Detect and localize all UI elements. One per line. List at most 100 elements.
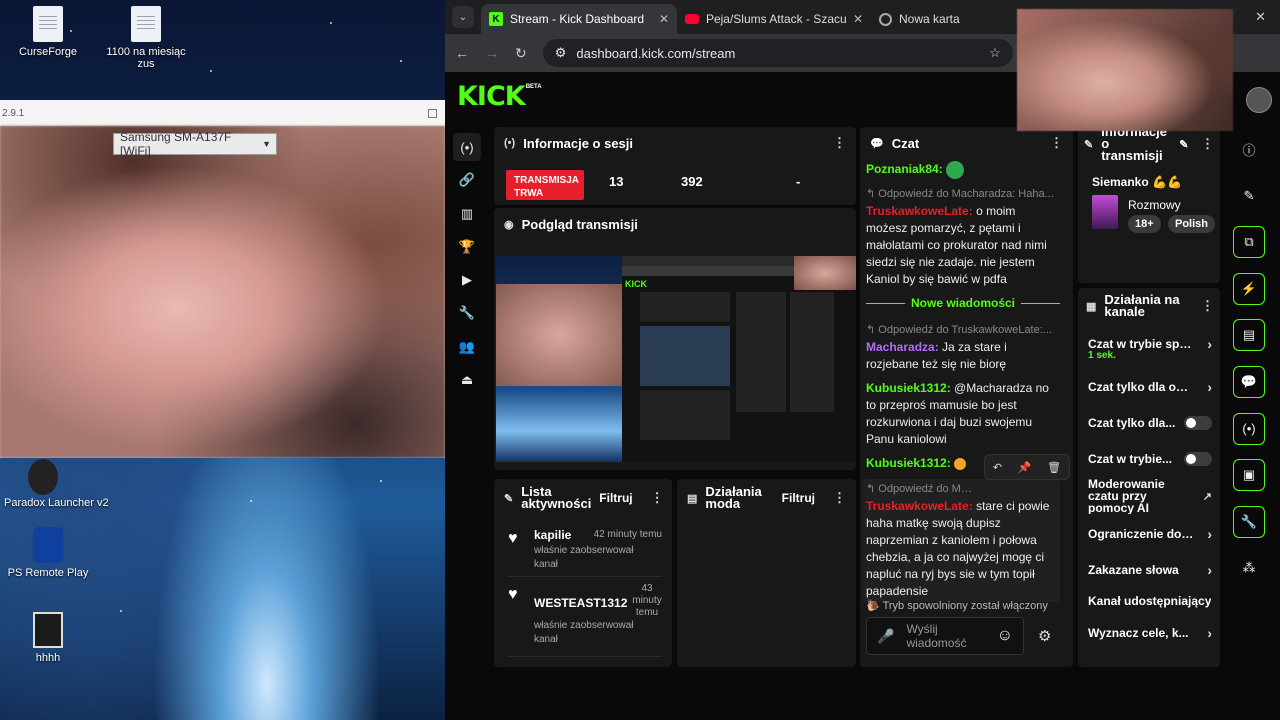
more-options-icon[interactable]: ⋮ [833, 135, 846, 151]
emote-mode-toggle[interactable] [1184, 452, 1212, 466]
shared-channel-row[interactable]: Kanał udostępniający [1088, 594, 1212, 608]
notes-icon[interactable]: ▤ [1233, 319, 1265, 352]
forward-icon[interactable]: → [485, 45, 499, 61]
reload-icon[interactable]: ↻ [515, 45, 527, 62]
desktop-icon-paradox[interactable]: Paradox Launcher v2 [4, 459, 124, 509]
ai-moderation-row[interactable]: Moderowanie czatu przy pomocy AI ↗ [1088, 478, 1212, 514]
chat-message[interactable]: Kubusiek1312: @Macharadza no to przeproś… [866, 380, 1060, 448]
link-icon[interactable]: 🔗 [453, 166, 481, 194]
emote-mode-row[interactable]: Czat w trybie... [1088, 452, 1212, 466]
session-info-title: Informacje o sesji [523, 135, 634, 151]
activity-item: ♥ WESTEAST1312 43 minuty temu właśnie za… [508, 583, 662, 645]
stream-preview-video[interactable]: KICK [496, 256, 856, 462]
chat-message-hovered[interactable]: ↰ Odpowiedź do Machar... TruskawkoweLate… [862, 479, 1060, 602]
screenshot-icon[interactable]: ⧉ [1233, 226, 1265, 259]
more-options-icon[interactable]: ⋮ [1050, 135, 1063, 151]
chat-message-input[interactable]: 🎤 Wyślij wiadomość ☺ [866, 617, 1024, 655]
subscribers-only-toggle[interactable] [1184, 416, 1212, 430]
stream-info-title: Informacje o transmisji [1101, 127, 1167, 163]
reply-icon[interactable]: ↶ [993, 461, 1002, 474]
desktop-icon-curseforge[interactable]: CurseForge [0, 6, 96, 58]
pin-icon[interactable]: 📌 [1018, 461, 1032, 474]
activity-title: Lista aktywności [521, 484, 592, 511]
stream-title: Siemanko 💪💪 [1092, 175, 1182, 189]
actions-icon: ▦ [1086, 300, 1097, 313]
subscribers-only-row[interactable]: Czat tylko dla... [1088, 416, 1212, 430]
emoji-picker-icon[interactable]: ☺ [997, 627, 1013, 645]
more-options-icon[interactable]: ⋮ [651, 490, 664, 506]
microphone-icon[interactable]: 🎤 [877, 628, 894, 645]
video-camera-icon[interactable]: ▣ [1233, 459, 1265, 492]
desktop-icon-hhhh[interactable]: hhhh [0, 612, 96, 664]
chat-message[interactable]: Poznaniak84: [866, 161, 1060, 179]
tab-search-button[interactable]: ⌄ [452, 6, 474, 28]
edit-pencil-icon[interactable]: ✎ [1233, 180, 1265, 212]
desktop-icon-document[interactable]: 1100 na miesiąc zus [98, 6, 194, 70]
creator-upload-icon[interactable]: ⏏ [453, 366, 481, 394]
preview-icon: ◉ [504, 218, 514, 231]
tab-youtube[interactable]: Peja/Slums Attack - Szacunek l... ✕ [677, 4, 871, 34]
close-window-icon[interactable]: ✕ [1255, 9, 1266, 25]
device-select-value: Samsung SM-A137F [WiFi] [120, 130, 232, 158]
goals-row[interactable]: Wyznacz cele, k... › [1088, 625, 1212, 641]
chevron-right-icon: › [1207, 526, 1212, 542]
chat-message[interactable]: ↰ Odpowiedź do TruskawkoweLate:... Macha… [866, 322, 1060, 373]
chrome-favicon [879, 12, 892, 26]
device-select[interactable]: Samsung SM-A137F [WiFi] ▼ [113, 130, 277, 158]
followers-only-row[interactable]: Czat tylko dla obse › [1088, 379, 1212, 395]
reply-reference[interactable]: ↰ Odpowiedź do Machar... [866, 481, 976, 498]
chat-bubble-icon[interactable]: 💬 [1233, 365, 1265, 398]
bookmark-star-icon[interactable]: ☆ [989, 45, 1001, 61]
video-library-icon[interactable]: ▶ [453, 266, 481, 294]
tag-pill: Polish [1168, 215, 1216, 233]
stream-category: Rozmowy [1128, 198, 1181, 212]
live-status-badge: TRANSMISJA TRWA [506, 170, 584, 200]
slow-mode-notice: 🐌 Tryb spowolniony został włączony [866, 600, 1048, 612]
user-avatar[interactable] [1246, 87, 1272, 113]
close-tab-icon[interactable]: ✕ [659, 12, 669, 26]
banned-words-row[interactable]: Zakazane słowa › [1088, 562, 1212, 578]
reply-reference[interactable]: ↰ Odpowiedź do TruskawkoweLate:... [866, 322, 1060, 339]
edit-icon[interactable]: ✎ [1179, 138, 1188, 151]
info-icon[interactable]: ⓘ [1233, 133, 1265, 165]
wrench-icon[interactable]: 🔧 [453, 299, 481, 327]
chat-panel: 💬 Czat ⋮ Poznaniak84: ↰ Odpowiedź do Mac… [860, 127, 1073, 667]
channel-actions-title: Działania na kanale [1104, 292, 1180, 319]
chat-message[interactable]: ↰ Odpowiedź do Macharadza: Haha... Trusk… [866, 186, 1060, 288]
delete-icon[interactable]: 🗑 [1047, 461, 1061, 474]
stream-broadcast-icon[interactable]: (•) [453, 133, 481, 161]
beta-label: BETA [525, 84, 542, 90]
tab-kick-dashboard[interactable]: K Stream - Kick Dashboard ✕ [481, 4, 677, 34]
more-options-icon[interactable]: ⋮ [1201, 136, 1214, 152]
kick-logo[interactable]: KICK [457, 81, 526, 112]
community-icon[interactable]: 👥 [453, 333, 481, 361]
restriction-row[interactable]: Ograniczenie dotyc › [1088, 526, 1212, 542]
address-bar[interactable]: ⚙ dashboard.kick.com/stream ☆ [542, 39, 1013, 67]
back-icon[interactable]: ← [455, 45, 469, 61]
reply-reference[interactable]: ↰ Odpowiedź do Macharadza: Haha... [866, 186, 1060, 203]
more-options-icon[interactable]: ⋮ [833, 490, 846, 506]
trophy-icon[interactable]: 🏆 [453, 233, 481, 261]
analytics-icon[interactable]: ▥ [453, 200, 481, 228]
close-tab-icon[interactable]: ✕ [853, 12, 863, 26]
tab-new-tab[interactable]: Nowa karta [871, 4, 1001, 34]
slow-mode-row[interactable]: Czat w trybie spow 1 sek. › [1088, 336, 1212, 361]
chat-title: Czat [891, 135, 920, 151]
site-info-icon[interactable]: ⚙ [555, 45, 567, 61]
chevron-down-icon: ▼ [262, 139, 271, 149]
broadcast-icon[interactable]: (•) [1233, 412, 1265, 445]
ps-remote-play-icon [33, 527, 63, 563]
lightning-icon[interactable]: ⚡ [1233, 272, 1265, 305]
mod-filter-button[interactable]: Filtruj [782, 491, 815, 505]
mirror-titlebar[interactable]: 2.9.1 [0, 100, 445, 126]
desktop-icon-ps-remote-play[interactable]: PS Remote Play [0, 527, 96, 579]
mod-actions-panel: ▤ Działania moda Filtruj ⋮ [677, 479, 856, 667]
more-options-icon[interactable]: ⋮ [1201, 298, 1214, 314]
maximize-icon[interactable] [428, 108, 437, 118]
apps-icon[interactable]: ⁂ [1233, 552, 1265, 584]
activity-item: ♥ kapilie 42 minuty temu właśnie zaobser… [508, 528, 662, 570]
activity-filter-button[interactable]: Filtruj [599, 491, 632, 505]
chat-settings-gear-icon[interactable]: ⚙ [1038, 627, 1051, 645]
heart-icon: ♥ [508, 586, 518, 603]
wrench-icon[interactable]: 🔧 [1233, 505, 1265, 538]
